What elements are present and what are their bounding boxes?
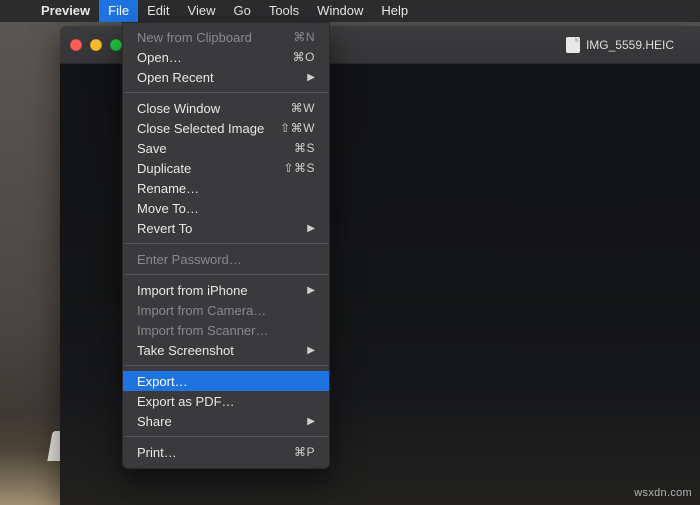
- submenu-arrow-icon: ▶: [307, 72, 315, 83]
- menu-item-open-recent[interactable]: Open Recent▶: [123, 67, 329, 87]
- menu-item-label: Close Selected Image: [137, 121, 280, 136]
- menu-item-export[interactable]: Export…: [123, 371, 329, 391]
- menu-item-label: Rename…: [137, 181, 315, 196]
- menu-item-move-to[interactable]: Move To…: [123, 198, 329, 218]
- menu-item-save[interactable]: Save⌘S: [123, 138, 329, 158]
- menu-item-label: Open…: [137, 50, 293, 65]
- menu-separator: [124, 365, 328, 366]
- menu-item-label: New from Clipboard: [137, 30, 293, 45]
- menu-item-shortcut: ⌘P: [294, 445, 315, 459]
- menu-item-label: Save: [137, 141, 294, 156]
- menu-separator: [124, 436, 328, 437]
- menu-item-label: Enter Password…: [137, 252, 315, 267]
- menubar-item-file[interactable]: File: [99, 0, 138, 22]
- submenu-arrow-icon: ▶: [307, 416, 315, 427]
- menubar-item-tools[interactable]: Tools: [260, 0, 308, 22]
- menu-item-shortcut: ⇧⌘S: [283, 161, 315, 175]
- menubar: Preview FileEditViewGoToolsWindowHelp: [0, 0, 700, 22]
- watermark: wsxdn.com: [634, 487, 692, 499]
- menu-separator: [124, 92, 328, 93]
- menu-item-close-selected-image[interactable]: Close Selected Image⇧⌘W: [123, 118, 329, 138]
- menu-item-export-as-pdf[interactable]: Export as PDF…: [123, 391, 329, 411]
- document-icon: [566, 37, 580, 53]
- menu-item-shortcut: ⌘W: [291, 101, 315, 115]
- menu-item-import-from-camera: Import from Camera…: [123, 300, 329, 320]
- menu-item-label: Open Recent: [137, 70, 307, 85]
- menubar-item-go[interactable]: Go: [224, 0, 259, 22]
- minimize-window-button[interactable]: [90, 39, 102, 51]
- menubar-app-name[interactable]: Preview: [32, 0, 99, 22]
- menu-item-open[interactable]: Open…⌘O: [123, 47, 329, 67]
- menu-item-revert-to[interactable]: Revert To▶: [123, 218, 329, 238]
- menu-item-label: Import from Scanner…: [137, 323, 315, 338]
- menu-item-label: Take Screenshot: [137, 343, 307, 358]
- menu-item-label: Import from iPhone: [137, 283, 307, 298]
- window-controls: [70, 39, 122, 51]
- menu-item-label: Print…: [137, 445, 294, 460]
- menu-item-label: Import from Camera…: [137, 303, 315, 318]
- menu-separator: [124, 243, 328, 244]
- menu-item-label: Revert To: [137, 221, 307, 236]
- menu-item-shortcut: ⇧⌘W: [280, 121, 315, 135]
- menu-item-rename[interactable]: Rename…: [123, 178, 329, 198]
- menu-item-label: Export as PDF…: [137, 394, 315, 409]
- desktop: ˅ IMG_5559.HEIC Preview FileEditViewGoTo…: [0, 0, 700, 505]
- menubar-item-edit[interactable]: Edit: [138, 0, 178, 22]
- menu-item-close-window[interactable]: Close Window⌘W: [123, 98, 329, 118]
- submenu-arrow-icon: ▶: [307, 223, 315, 234]
- menu-item-duplicate[interactable]: Duplicate⇧⌘S: [123, 158, 329, 178]
- zoom-window-button[interactable]: [110, 39, 122, 51]
- menu-item-take-screenshot[interactable]: Take Screenshot▶: [123, 340, 329, 360]
- document-title[interactable]: IMG_5559.HEIC: [566, 37, 674, 53]
- menu-item-label: Close Window: [137, 101, 291, 116]
- document-name-label: IMG_5559.HEIC: [586, 38, 674, 52]
- close-window-button[interactable]: [70, 39, 82, 51]
- menu-item-shortcut: ⌘N: [293, 30, 315, 44]
- menu-item-new-from-clipboard: New from Clipboard⌘N: [123, 27, 329, 47]
- menu-item-label: Share: [137, 414, 307, 429]
- menu-item-shortcut: ⌘O: [293, 50, 315, 64]
- menu-item-shortcut: ⌘S: [294, 141, 315, 155]
- file-menu-dropdown: New from Clipboard⌘NOpen…⌘OOpen Recent▶C…: [122, 22, 330, 469]
- menu-item-label: Export…: [137, 374, 315, 389]
- menubar-item-view[interactable]: View: [179, 0, 225, 22]
- submenu-arrow-icon: ▶: [307, 285, 315, 296]
- menu-item-share[interactable]: Share▶: [123, 411, 329, 431]
- menu-item-print[interactable]: Print…⌘P: [123, 442, 329, 462]
- menubar-item-help[interactable]: Help: [372, 0, 417, 22]
- menubar-item-window[interactable]: Window: [308, 0, 372, 22]
- menu-item-label: Move To…: [137, 201, 315, 216]
- menu-item-enter-password: Enter Password…: [123, 249, 329, 269]
- menu-item-label: Duplicate: [137, 161, 283, 176]
- menu-separator: [124, 274, 328, 275]
- menu-item-import-from-scanner: Import from Scanner…: [123, 320, 329, 340]
- menu-item-import-from-iphone[interactable]: Import from iPhone▶: [123, 280, 329, 300]
- submenu-arrow-icon: ▶: [307, 345, 315, 356]
